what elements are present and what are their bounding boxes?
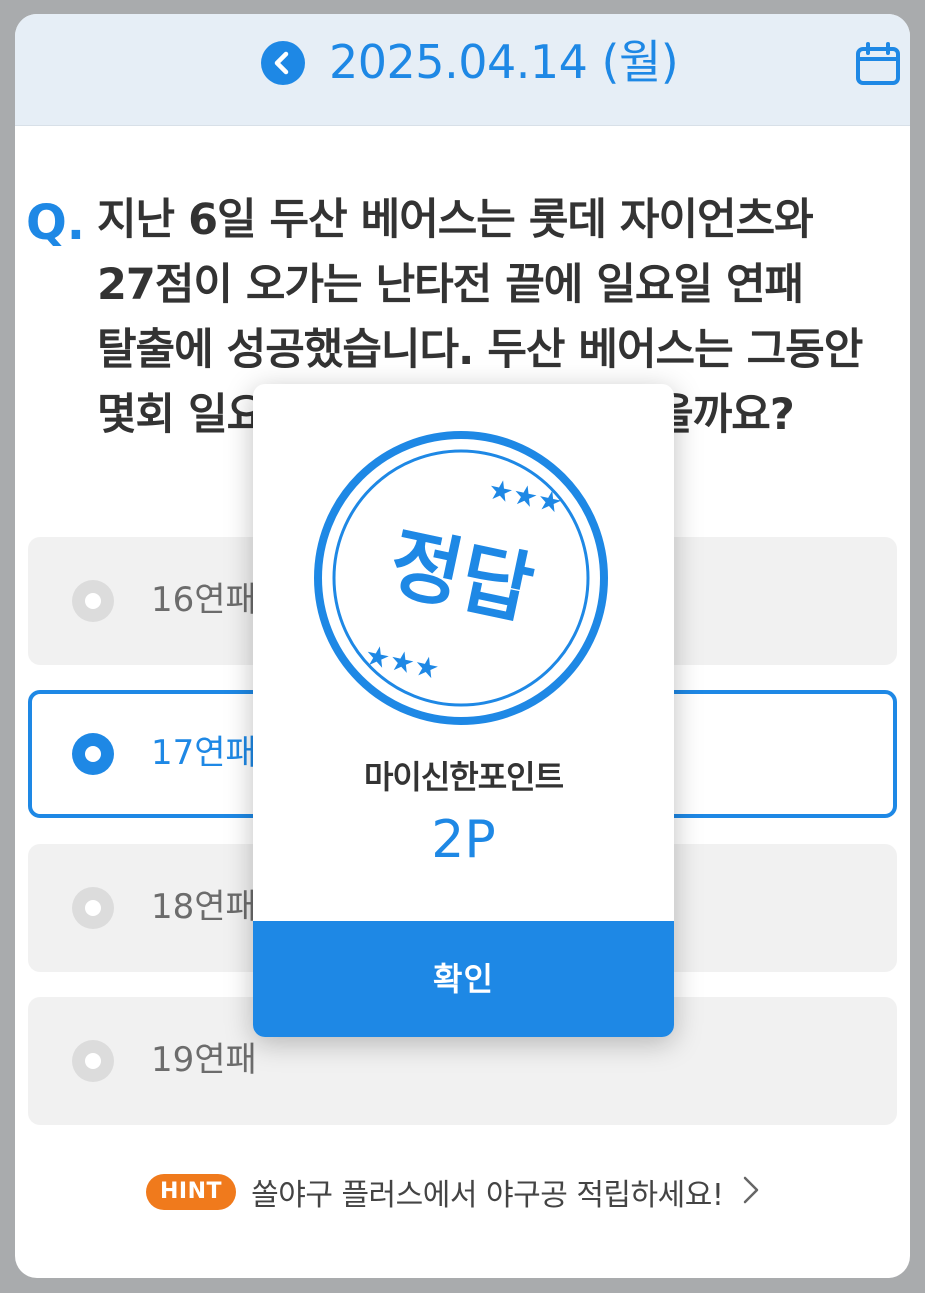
svg-text:★★★: ★★★ [362,638,443,686]
date-title[interactable]: 2025.04.14 (월) [329,33,679,91]
radio-button[interactable] [72,887,114,929]
option-label: 19연패 [151,1040,257,1080]
chevron-left-circle-icon[interactable] [261,41,305,85]
point-value: 2P [431,810,496,870]
calendar-icon[interactable] [855,42,901,90]
confirm-button[interactable]: 확인 [253,921,674,1037]
question-mark: Q. [26,195,86,251]
date-header: 2025.04.14 (월) [15,14,910,126]
radio-button[interactable] [72,1040,114,1082]
stamp-text: 정답 [382,518,541,636]
hint-text: 쏠야구 플러스에서 야구공 적립하세요! [251,1178,724,1213]
radio-button[interactable] [72,580,114,622]
option-label: 16연패 [151,580,257,620]
svg-text:★★★: ★★★ [485,472,566,520]
correct-stamp-icon: ★★★ ★★★ 정답 [311,428,611,732]
option-label: 18연패 [151,887,257,927]
chevron-right-icon [742,1175,760,1209]
option-label: 17연패 [151,733,257,773]
hint-link[interactable]: HINT 쏠야구 플러스에서 야구공 적립하세요! [146,1170,760,1214]
point-label: 마이신한포인트 [363,758,564,796]
radio-button-selected[interactable] [72,733,114,775]
hint-badge: HINT [146,1174,237,1210]
correct-answer-modal: ★★★ ★★★ 정답 마이신한포인트 2P 확인 [253,384,674,1037]
